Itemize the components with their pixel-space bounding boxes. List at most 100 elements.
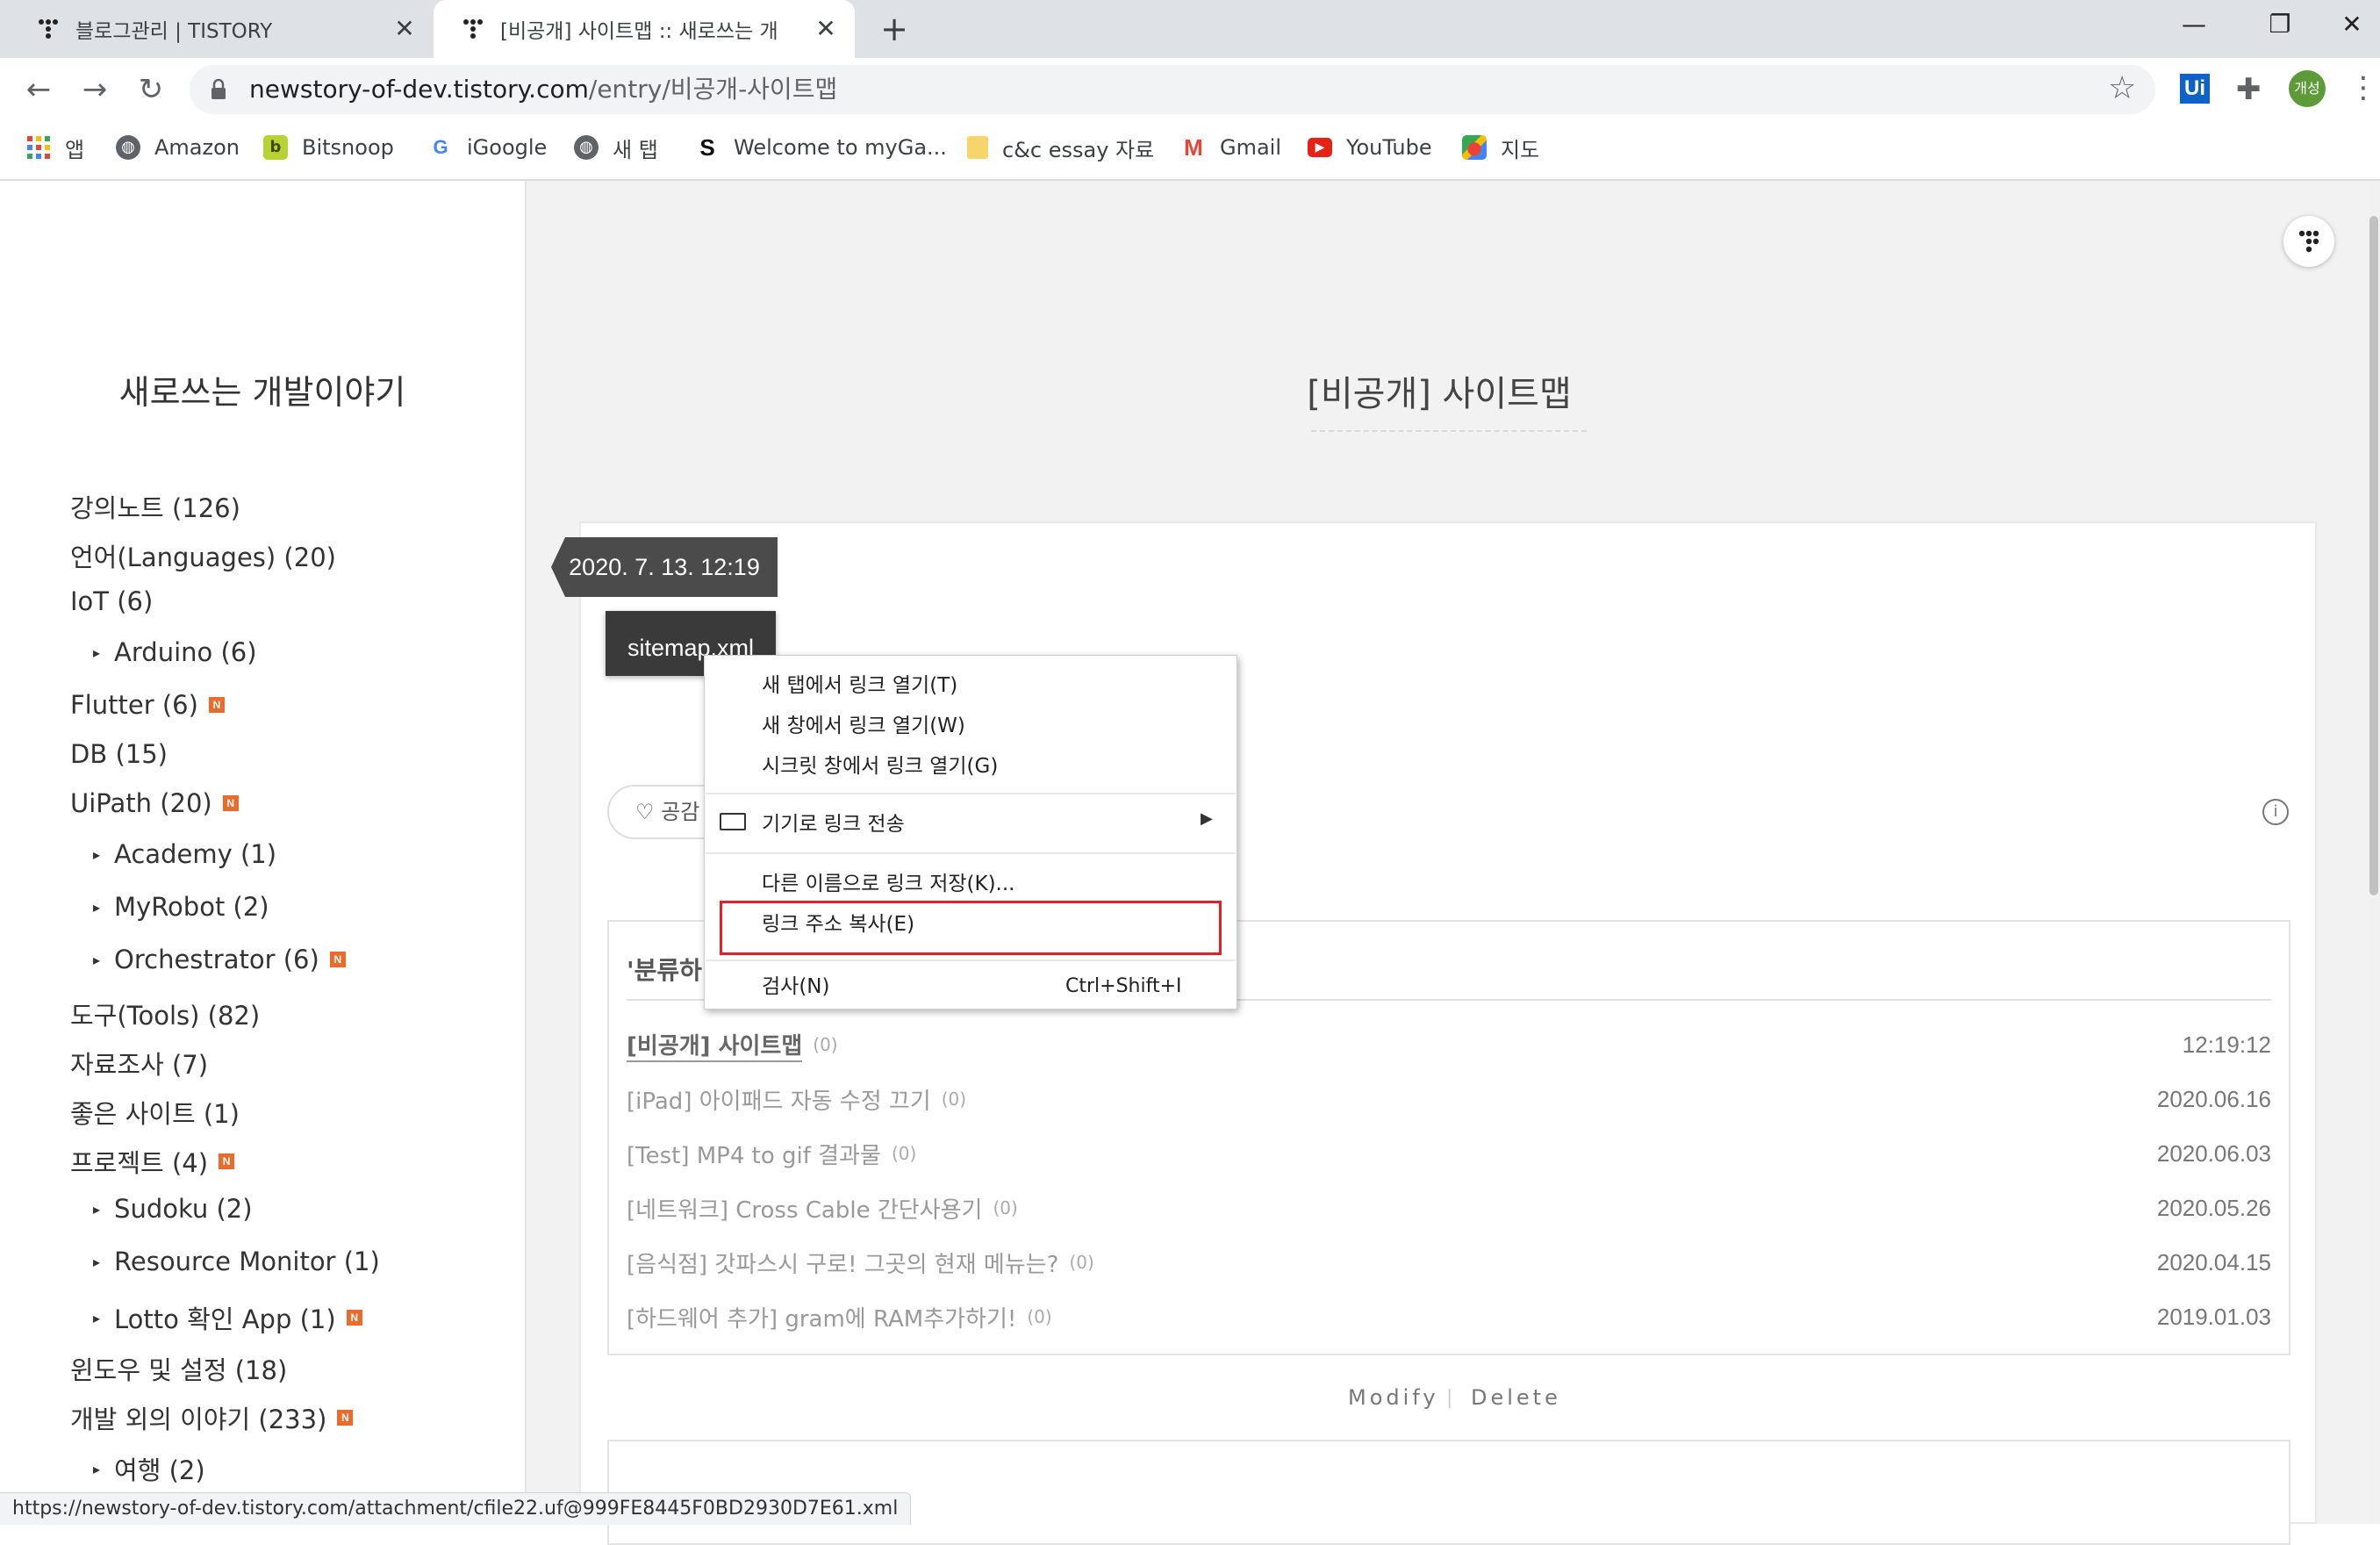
related-post-date: 2020.06.16 bbox=[2156, 1085, 2271, 1112]
category-item[interactable]: 개발 외의 이야기 (233) N bbox=[70, 1399, 354, 1436]
post-title: [비공개] 사이트맵 bbox=[1307, 374, 1572, 414]
category-label: Arduino (6) bbox=[114, 637, 257, 667]
new-tab-button[interactable]: + bbox=[874, 9, 914, 49]
category-item[interactable]: ▸ Orchestrator (6) N bbox=[93, 945, 346, 974]
menu-separator bbox=[706, 959, 1236, 961]
menu-open-new-window[interactable]: 새 창에서 링크 열기(W) bbox=[762, 711, 965, 741]
category-item[interactable]: ▸ MyRobot (2) bbox=[93, 892, 269, 922]
folder-icon bbox=[967, 136, 988, 159]
menu-open-new-tab[interactable]: 새 탭에서 링크 열기(T) bbox=[762, 671, 957, 701]
bookmark-new-tab[interactable]: ◍ 새 탭 bbox=[574, 132, 658, 163]
related-post-title[interactable]: [Test] MP4 to gif 결과물 bbox=[627, 1138, 881, 1170]
category-item[interactable]: ▸ 여행 (2) bbox=[93, 1450, 205, 1487]
category-label: 윈도우 및 설정 (18) bbox=[70, 1355, 288, 1385]
category-item[interactable]: ▸ Academy (1) bbox=[93, 839, 276, 869]
reload-button[interactable]: ↻ bbox=[132, 70, 170, 109]
forward-button[interactable]: → bbox=[75, 70, 114, 109]
related-post-row[interactable]: [음식점] 갓파스시 구로! 그곳의 현재 메뉴는? (0) 2020.04.15 bbox=[627, 1245, 2271, 1280]
minimize-button[interactable]: — bbox=[2168, 7, 2220, 42]
category-label: Academy (1) bbox=[114, 839, 277, 869]
category-item[interactable]: ▸ Sudoku (2) bbox=[93, 1194, 253, 1224]
new-badge: N bbox=[337, 1410, 354, 1426]
category-label: Sudoku (2) bbox=[114, 1194, 253, 1224]
category-item[interactable]: 강의노트 (126) bbox=[70, 488, 240, 525]
new-badge: N bbox=[329, 952, 346, 967]
caret-right-icon: ▸ bbox=[93, 898, 101, 916]
related-post-title[interactable]: [비공개] 사이트맵 bbox=[627, 1028, 803, 1062]
related-post-date: 2020.04.15 bbox=[2156, 1248, 2271, 1276]
bookmark-gmail[interactable]: M Gmail bbox=[1181, 132, 1281, 163]
close-icon[interactable]: ✕ bbox=[813, 16, 839, 42]
related-post-row[interactable]: [비공개] 사이트맵 (0) 12:19:12 bbox=[627, 1027, 2271, 1062]
scrollbar-thumb[interactable] bbox=[2369, 216, 2378, 895]
related-post-date: 2020.05.26 bbox=[2156, 1194, 2271, 1221]
category-item[interactable]: DB (15) bbox=[70, 739, 168, 769]
bookmark-star-icon[interactable]: ☆ bbox=[2108, 70, 2136, 106]
menu-inspect[interactable]: 검사(N) bbox=[762, 972, 829, 1002]
category-item[interactable]: 도구(Tools) (82) bbox=[70, 995, 260, 1032]
category-label: Lotto 확인 App (1) bbox=[114, 1304, 336, 1334]
related-post-row[interactable]: [iPad] 아이패드 자동 수정 끄기 (0) 2020.06.16 bbox=[627, 1082, 2271, 1117]
bookmark-igoogle[interactable]: G iGoogle bbox=[428, 132, 547, 163]
related-post-title[interactable]: [하드웨어 추가] gram에 RAM추가하기! bbox=[627, 1301, 1016, 1333]
category-item[interactable]: 좋은 사이트 (1) bbox=[70, 1094, 240, 1131]
related-post-row[interactable]: [Test] MP4 to gif 결과물 (0) 2020.06.03 bbox=[627, 1136, 2271, 1171]
bookmark-folder-essay[interactable]: c&c essay 자료 bbox=[967, 132, 1154, 163]
category-item[interactable]: UiPath (20) N bbox=[70, 788, 239, 818]
like-label: 공감 bbox=[661, 800, 700, 824]
caret-right-icon: ▸ bbox=[93, 1200, 101, 1218]
comment-count: (0) bbox=[1069, 1252, 1094, 1273]
uipath-extension-icon[interactable]: Ui bbox=[2180, 74, 2210, 104]
category-item[interactable]: ▸ Arduino (6) bbox=[93, 637, 257, 667]
bookmark-amazon[interactable]: ◍ Amazon bbox=[116, 132, 240, 163]
bookmark-label: 앱 bbox=[65, 137, 85, 162]
related-post-row[interactable]: [하드웨어 추가] gram에 RAM추가하기! (0) 2019.01.03 bbox=[627, 1299, 2271, 1334]
blog-title[interactable]: 새로쓰는 개발이야기 bbox=[0, 365, 525, 413]
modify-link[interactable]: Modify bbox=[1348, 1385, 1439, 1410]
bookmark-label: Amazon bbox=[154, 135, 240, 160]
menu-send-to-device[interactable]: 기기로 링크 전송 bbox=[762, 809, 905, 839]
close-icon[interactable]: ✕ bbox=[391, 16, 418, 42]
category-item[interactable]: ▸ Lotto 확인 App (1) N bbox=[93, 1299, 362, 1336]
url-text[interactable]: newstory-of-dev.tistory.com/entry/비공개-사이… bbox=[249, 74, 837, 105]
back-button[interactable]: ← bbox=[19, 70, 58, 109]
category-item[interactable]: 프로젝트 (4) N bbox=[70, 1143, 235, 1180]
caret-right-icon: ▸ bbox=[93, 951, 101, 968]
related-post-title[interactable]: [iPad] 아이패드 자동 수정 끄기 bbox=[627, 1083, 931, 1116]
new-badge: N bbox=[208, 697, 225, 713]
tistory-menu-button[interactable] bbox=[2283, 216, 2334, 267]
globe-icon: ◍ bbox=[116, 135, 140, 160]
related-post-title[interactable]: [네트워크] Cross Cable 간단사용기 bbox=[627, 1192, 982, 1225]
info-icon[interactable]: i bbox=[2262, 799, 2289, 825]
category-label: 도구(Tools) (82) bbox=[70, 1001, 261, 1031]
bookmark-youtube[interactable]: ▶ YouTube bbox=[1308, 132, 1432, 163]
category-item[interactable]: 자료조사 (7) bbox=[70, 1045, 208, 1082]
tab-blog-admin[interactable]: 블로그관리 | TISTORY ✕ bbox=[0, 0, 434, 58]
tab-sitemap-post[interactable]: [비공개] 사이트맵 :: 새로쓰는 개 ✕ bbox=[434, 0, 855, 58]
bookmark-mygame[interactable]: S Welcome to myGa... bbox=[695, 132, 947, 163]
extensions-puzzle-icon[interactable]: ✚ bbox=[2236, 72, 2262, 107]
menu-open-incognito[interactable]: 시크릿 창에서 링크 열기(G) bbox=[762, 751, 998, 781]
category-item[interactable]: Flutter (6) N bbox=[70, 690, 225, 720]
delete-link[interactable]: Delete bbox=[1471, 1385, 1561, 1410]
bookmark-maps[interactable]: ● 지도 bbox=[1462, 132, 1539, 163]
bookmark-apps[interactable]: 앱 bbox=[26, 132, 84, 163]
bookmark-bitsnoop[interactable]: b Bitsnoop bbox=[263, 132, 394, 163]
category-item[interactable]: ▸ Resource Monitor (1) bbox=[93, 1247, 380, 1276]
more-menu-icon[interactable]: ⋮ bbox=[2348, 72, 2378, 104]
new-badge: N bbox=[219, 1153, 235, 1169]
related-post-title[interactable]: [음식점] 갓파스시 구로! 그곳의 현재 메뉴는? bbox=[627, 1247, 1058, 1279]
menu-separator bbox=[706, 793, 1236, 794]
category-item[interactable]: IoT (6) bbox=[70, 586, 153, 616]
tistory-icon bbox=[35, 18, 58, 40]
related-post-row[interactable]: [네트워크] Cross Cable 간단사용기 (0) 2020.05.26 bbox=[627, 1190, 2271, 1225]
badge-notch bbox=[551, 537, 565, 597]
close-window-button[interactable]: ✕ bbox=[2326, 7, 2378, 42]
lock-icon[interactable] bbox=[211, 78, 226, 100]
category-item[interactable]: 언어(Languages) (20) bbox=[70, 537, 336, 574]
profile-avatar[interactable]: 개성 bbox=[2289, 70, 2326, 107]
menu-save-link-as[interactable]: 다른 이름으로 링크 저장(K)... bbox=[762, 869, 1015, 899]
category-label: Orchestrator (6) bbox=[114, 945, 319, 974]
category-item[interactable]: 윈도우 및 설정 (18) bbox=[70, 1350, 287, 1387]
restore-button[interactable]: ❐ bbox=[2254, 7, 2306, 42]
